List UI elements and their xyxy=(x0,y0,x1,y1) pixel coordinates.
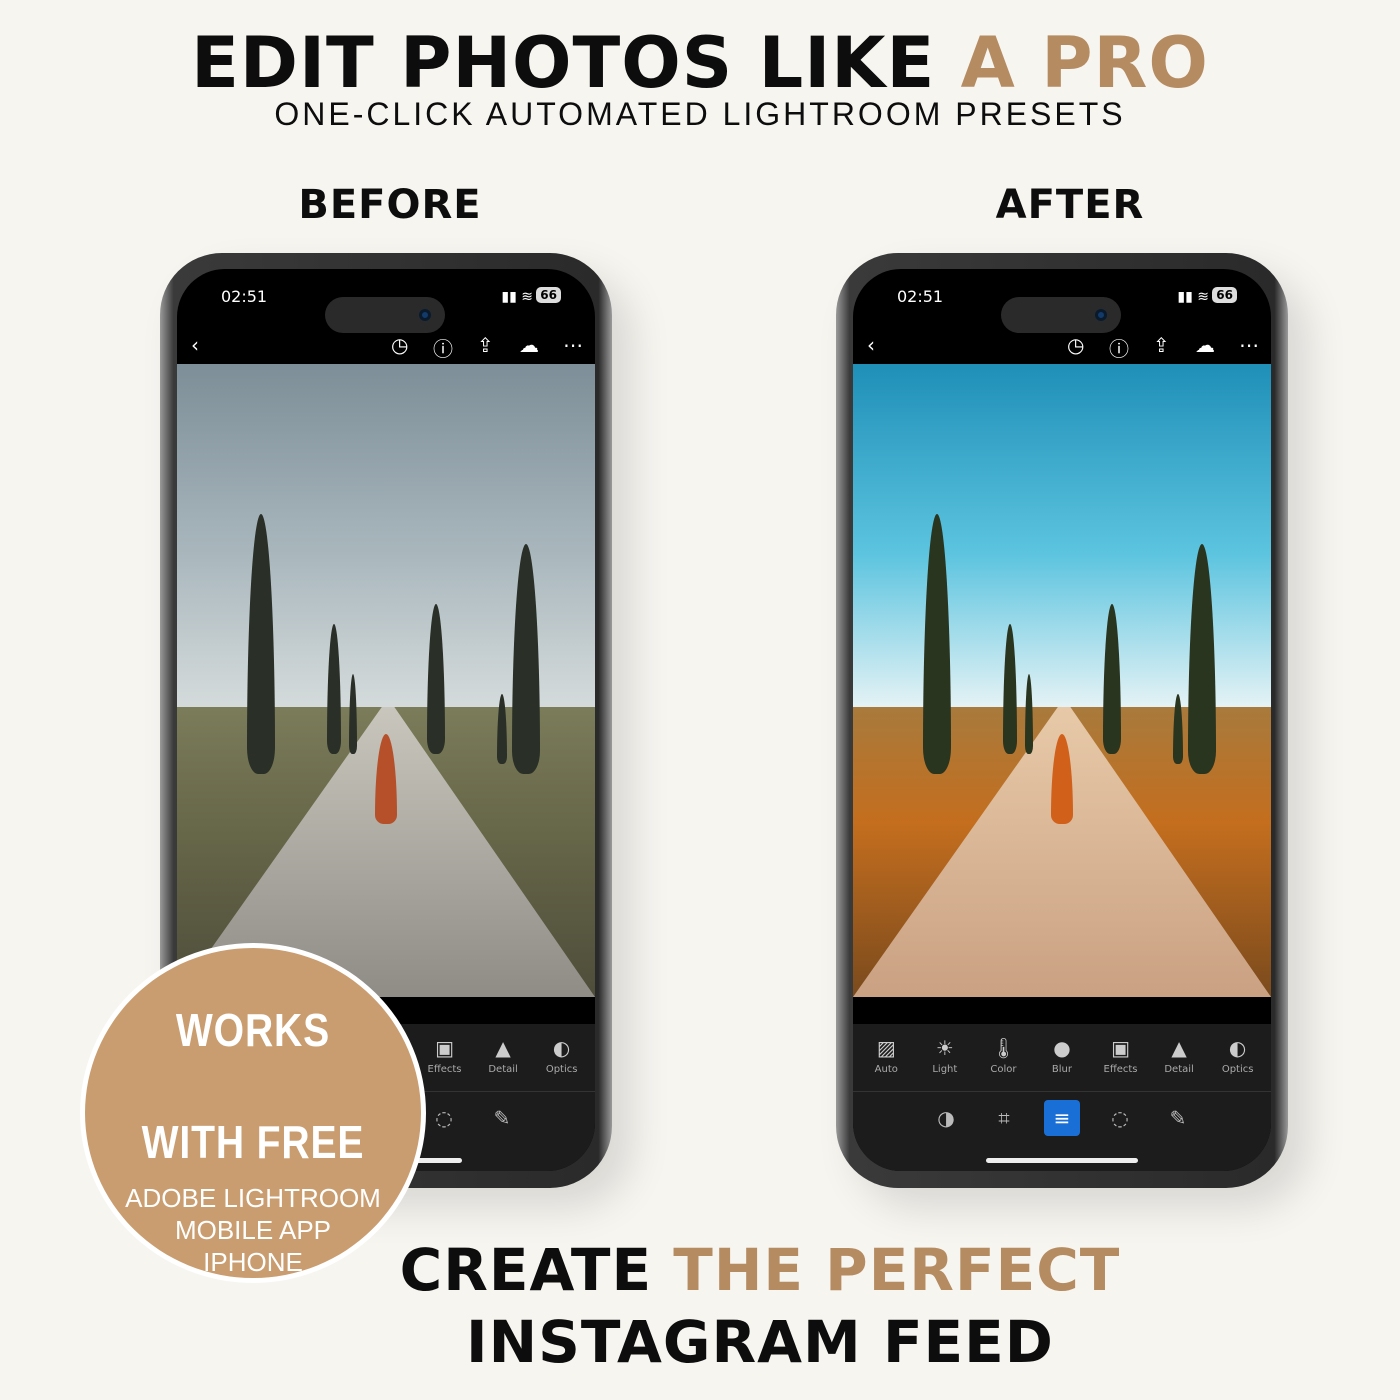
top-toolbar: ‹ ◷ ⓘ ⇪ ☁ ⋯ xyxy=(177,331,595,363)
footer-line1: CREATE THE PERFECT xyxy=(360,1236,1160,1304)
mode-row: ◑ ⌗ ≡ ◌ ✎ xyxy=(853,1092,1271,1136)
tool-light[interactable]: ☀ Light xyxy=(919,1036,971,1091)
dynamic-island xyxy=(1001,297,1121,333)
back-icon[interactable]: ‹ xyxy=(191,333,199,357)
tool-color[interactable]: 🌡 Color xyxy=(977,1036,1029,1091)
badge-line2: WITH FREE xyxy=(141,1116,365,1168)
tool-row: ▨ Auto ☀ Light 🌡 Color ● Blur ▣ Effects ▲ Detail ◐ Op… xyxy=(853,1024,1271,1092)
help-icon[interactable]: ⓘ xyxy=(1109,333,1129,362)
cypress-tree xyxy=(1025,674,1033,754)
lens-icon: ◐ xyxy=(552,1036,571,1060)
before-label: BEFORE xyxy=(298,182,482,228)
healing-icon[interactable]: ✎ xyxy=(484,1100,520,1136)
cypress-tree xyxy=(247,514,275,774)
clock: 02:51 xyxy=(221,287,268,306)
tool-optics[interactable]: ◐ Optics xyxy=(1212,1036,1264,1091)
cypress-tree xyxy=(327,624,341,754)
footer-accent: THE PERFECT xyxy=(673,1236,1121,1304)
share-icon[interactable]: ⇪ xyxy=(1153,333,1170,357)
badge-line3: ADOBE LIGHTROOM xyxy=(125,1183,381,1213)
tool-label: Light xyxy=(932,1064,958,1075)
status-bar: 02:51 ▮▮ ≋ 66 xyxy=(853,287,1271,333)
camera-icon xyxy=(1095,309,1107,321)
tool-auto[interactable]: ▨ Auto xyxy=(860,1036,912,1091)
battery-icon: 66 xyxy=(536,287,561,303)
tool-effects[interactable]: ▣ Effects xyxy=(1095,1036,1147,1091)
cypress-tree xyxy=(512,544,540,774)
auto-icon: ▨ xyxy=(876,1036,896,1060)
more-icon[interactable]: ⋯ xyxy=(1239,333,1259,357)
vignette-icon: ▣ xyxy=(435,1036,454,1060)
badge-line1: WORKS xyxy=(175,1004,331,1056)
help-icon[interactable]: ⓘ xyxy=(433,333,453,362)
tool-detail[interactable]: ▲ Detail xyxy=(1153,1036,1205,1091)
cloud-sync-icon[interactable]: ☁ xyxy=(519,333,539,357)
tool-optics[interactable]: ◐ Optics xyxy=(536,1036,588,1091)
cypress-tree xyxy=(497,694,507,764)
history-icon[interactable]: ◷ xyxy=(1067,333,1084,357)
cypress-tree xyxy=(1103,604,1121,754)
signal-wifi-icon: ▮▮ ≋ xyxy=(501,289,533,305)
signal-wifi-icon: ▮▮ ≋ xyxy=(1177,289,1209,305)
clock: 02:51 xyxy=(897,287,944,306)
tool-label: Effects xyxy=(427,1064,462,1075)
top-toolbar: ‹ ◷ ⓘ ⇪ ☁ ⋯ xyxy=(853,331,1271,363)
tool-label: Detail xyxy=(1164,1064,1194,1075)
cypress-tree xyxy=(1003,624,1017,754)
cypress-tree xyxy=(923,514,951,774)
before-photo xyxy=(177,364,595,997)
tool-blur[interactable]: ● Blur xyxy=(1036,1036,1088,1091)
crop-icon[interactable]: ⌗ xyxy=(986,1100,1022,1136)
tool-effects[interactable]: ▣ Effects xyxy=(419,1036,471,1091)
footer-line2: INSTAGRAM FEED xyxy=(466,1308,1054,1376)
healing-icon[interactable]: ✎ xyxy=(1160,1100,1196,1136)
subtitle: ONE-CLICK AUTOMATED LIGHTROOM PRESETS xyxy=(274,96,1126,132)
headline-accent: A PRO xyxy=(960,22,1209,104)
camera-icon xyxy=(419,309,431,321)
cypress-tree xyxy=(1188,544,1216,774)
after-label: AFTER xyxy=(995,182,1145,228)
headline: EDIT PHOTOS LIKE A PRO xyxy=(0,22,1400,104)
tool-label: Effects xyxy=(1103,1064,1138,1075)
share-icon[interactable]: ⇪ xyxy=(477,333,494,357)
battery-icon: 66 xyxy=(1212,287,1237,303)
after-phone: 02:51 ▮▮ ≋ 66 ‹ ◷ ⓘ ⇪ ☁ ⋯ ▨ Auto ☀ Light 🌡 Color ● Blu… xyxy=(836,253,1288,1188)
lens-icon: ◐ xyxy=(1228,1036,1247,1060)
masking-icon[interactable]: ◌ xyxy=(1102,1100,1138,1136)
cypress-tree xyxy=(427,604,445,754)
triangle-icon: ▲ xyxy=(495,1036,511,1060)
tool-label: Blur xyxy=(1051,1064,1073,1075)
tool-detail[interactable]: ▲ Detail xyxy=(477,1036,529,1091)
dynamic-island xyxy=(325,297,445,333)
vignette-icon: ▣ xyxy=(1111,1036,1130,1060)
tool-label: Detail xyxy=(488,1064,518,1075)
edit-icon[interactable]: ≡ xyxy=(1044,1100,1080,1136)
cloud-sync-icon[interactable]: ☁ xyxy=(1195,333,1215,357)
tool-label: Auto xyxy=(874,1064,898,1075)
tool-label: Optics xyxy=(1221,1064,1254,1075)
phone-screen: 02:51 ▮▮ ≋66 ‹ ◷ ⓘ ⇪ ☁ ⋯ ▨ Auto ☀ Light 🌡 Color ● Blu… xyxy=(853,269,1271,1171)
headline-part1: EDIT PHOTOS LIKE xyxy=(191,22,961,104)
back-icon[interactable]: ‹ xyxy=(867,333,875,357)
triangle-icon: ▲ xyxy=(1171,1036,1187,1060)
thermometer-icon: 🌡 xyxy=(990,1036,1017,1060)
edit-panel: ▨ Auto ☀ Light 🌡 Color ● Blur ▣ Effects ▲ Detail ◐ Op… xyxy=(853,1024,1271,1171)
history-icon[interactable]: ◷ xyxy=(391,333,408,357)
tool-label: Color xyxy=(990,1064,1017,1075)
drop-icon: ● xyxy=(1053,1036,1071,1060)
home-indicator xyxy=(986,1158,1138,1163)
compatibility-badge: WORKS WITH FREE ADOBE LIGHTROOM MOBILE A… xyxy=(80,943,426,1283)
after-photo xyxy=(853,364,1271,997)
status-bar: 02:51 ▮▮ ≋ 66 xyxy=(177,287,595,333)
footer-part1: CREATE xyxy=(399,1236,674,1304)
cypress-tree xyxy=(1173,694,1183,764)
tool-label: Optics xyxy=(545,1064,578,1075)
more-icon[interactable]: ⋯ xyxy=(563,333,583,357)
masking-icon[interactable]: ◌ xyxy=(426,1100,462,1136)
sun-icon: ☀ xyxy=(935,1036,954,1060)
cypress-tree xyxy=(349,674,357,754)
presets-icon[interactable]: ◑ xyxy=(928,1100,964,1136)
